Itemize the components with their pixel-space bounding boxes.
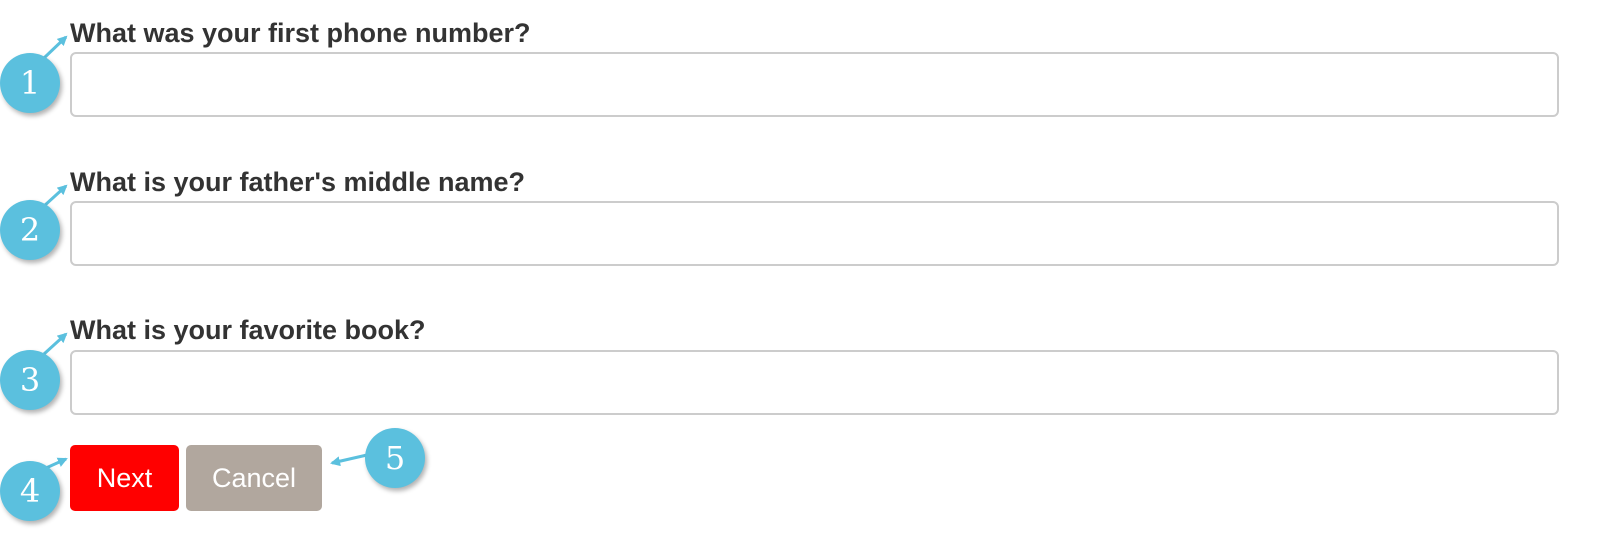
callout-1-badge: 1 <box>0 53 60 113</box>
security-questions-form: What was your first phone number? What i… <box>0 0 1600 540</box>
callout-2-arrow <box>42 184 68 208</box>
next-button[interactable]: Next <box>70 445 179 511</box>
question-2-answer-input[interactable] <box>70 201 1559 266</box>
callout-4-badge: 4 <box>0 461 60 521</box>
callout-3-arrow <box>42 332 68 356</box>
callout-5-badge: 5 <box>365 428 425 488</box>
cancel-button[interactable]: Cancel <box>186 445 322 511</box>
question-2-label: What is your father's middle name? <box>70 167 526 197</box>
callout-4-arrow <box>45 457 68 470</box>
callout-1-arrow <box>42 35 68 60</box>
callout-3-badge: 3 <box>0 350 60 410</box>
callout-2-badge: 2 <box>0 200 60 260</box>
question-1-answer-input[interactable] <box>70 52 1559 117</box>
callout-5-arrow <box>330 453 368 467</box>
question-1-label: What was your first phone number? <box>70 18 531 48</box>
question-3-label: What is your favorite book? <box>70 315 426 345</box>
question-3-answer-input[interactable] <box>70 350 1559 415</box>
